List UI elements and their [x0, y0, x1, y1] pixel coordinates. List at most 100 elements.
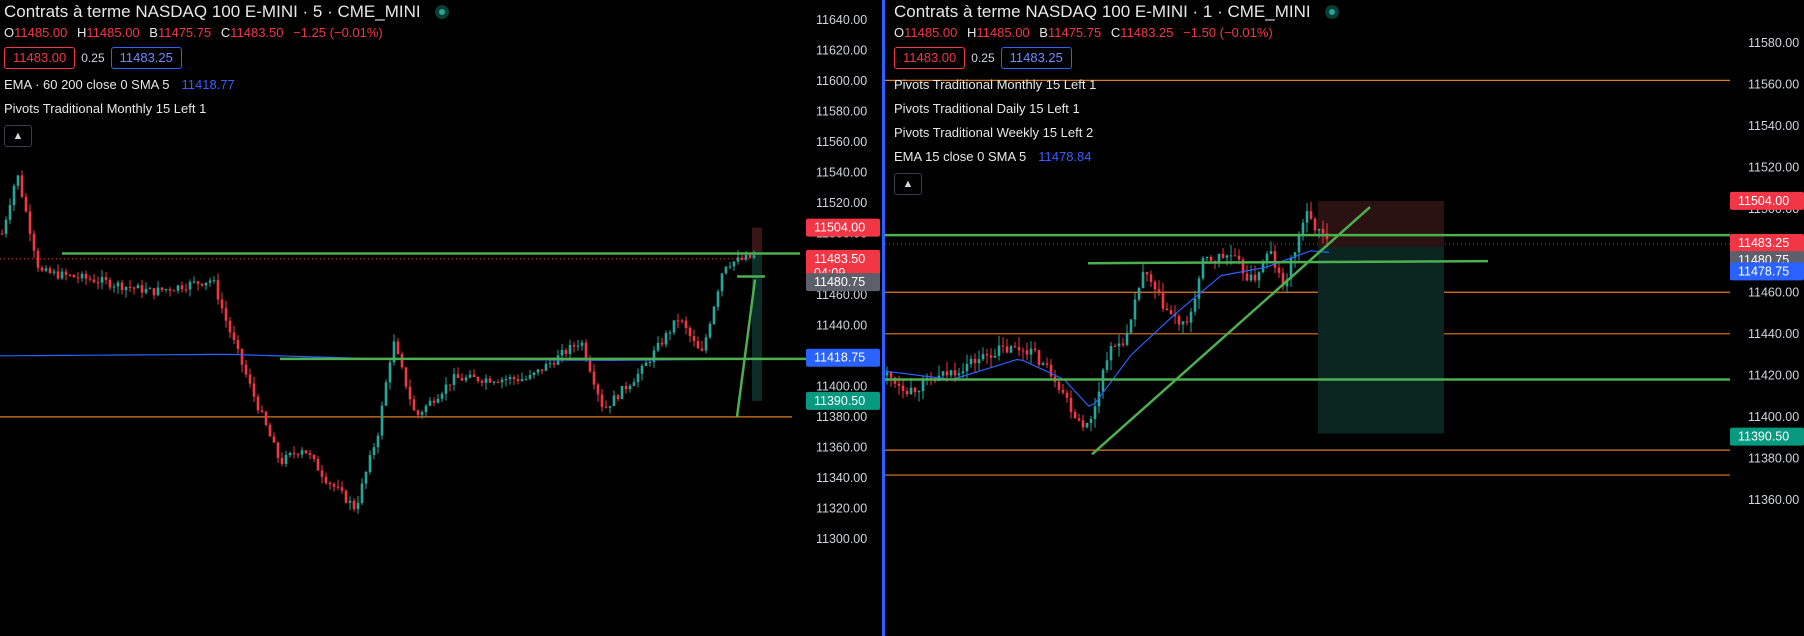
- candle-candle: [1181, 321, 1185, 325]
- stop-zone: [752, 227, 762, 253]
- price-axis-label: 11380.00: [816, 410, 867, 424]
- candle-candle: [220, 299, 224, 309]
- candle-candle: [204, 282, 208, 286]
- candle-candle: [1273, 251, 1277, 268]
- candle-candle: [1081, 420, 1085, 428]
- candle-candle: [56, 271, 60, 279]
- indicator-ema[interactable]: EMA · 60 200 close 0 SMA 5 11418.77: [4, 77, 449, 93]
- candle-candle: [1065, 392, 1069, 398]
- candle-candle: [256, 396, 260, 411]
- candle-candle: [1177, 316, 1181, 325]
- candle-candle: [124, 286, 128, 291]
- candle-candle: [216, 280, 220, 300]
- candle-candle: [52, 271, 56, 273]
- candle-candle: [1189, 311, 1193, 323]
- candle-candle: [236, 339, 240, 349]
- candle-candle: [12, 185, 16, 206]
- candle-candle: [704, 337, 708, 351]
- indicator-pivots-daily[interactable]: Pivots Traditional Daily 15 Left 1: [894, 101, 1339, 117]
- symbol-title-text: Contrats à terme NASDAQ 100 E-MINI · 5 ·…: [4, 2, 421, 21]
- indicator-value: 11478.84: [1038, 149, 1092, 164]
- candle-candle: [352, 500, 356, 510]
- symbol-title[interactable]: Contrats à terme NASDAQ 100 E-MINI · 1 ·…: [894, 2, 1339, 21]
- price-axis-label: 11560.00: [816, 135, 867, 149]
- indicator-pivots-monthly[interactable]: Pivots Traditional Monthly 15 Left 1: [4, 101, 449, 117]
- price-axis-label: 11360.00: [816, 440, 867, 454]
- candle-candle: [1093, 406, 1097, 419]
- candle-candle: [688, 327, 692, 337]
- buy-button[interactable]: 11483.25: [1000, 47, 1072, 69]
- indicator-ema[interactable]: EMA 15 close 0 SMA 5 11478.84: [894, 149, 1339, 165]
- candle-candle: [640, 365, 644, 374]
- candle-candle: [1257, 272, 1261, 281]
- sell-button[interactable]: 11483.00: [894, 47, 966, 69]
- symbol-title[interactable]: Contrats à terme NASDAQ 100 E-MINI · 5 ·…: [4, 2, 449, 21]
- price-axis-label: 11340.00: [816, 471, 867, 485]
- candle-candle: [340, 487, 344, 491]
- candle-candle: [112, 286, 116, 288]
- market-open-icon: [434, 5, 449, 19]
- candle-candle: [660, 342, 664, 345]
- candle-candle: [276, 442, 280, 459]
- candle-candle: [80, 273, 84, 279]
- candle-candle: [296, 454, 300, 456]
- chevron-up-icon: ▲: [12, 130, 24, 142]
- price-tag-high: 11504.00: [814, 221, 865, 235]
- candle-candle: [1197, 278, 1201, 299]
- candle-candle: [632, 382, 636, 386]
- candle-candle: [488, 378, 492, 383]
- indicator-label: EMA · 60 200 close 0 SMA 5: [4, 77, 170, 92]
- candle-candle: [312, 454, 316, 459]
- indicator-pivots-monthly[interactable]: Pivots Traditional Monthly 15 Left 1: [894, 77, 1339, 93]
- candle-candle: [92, 279, 96, 283]
- candle-candle: [949, 370, 953, 376]
- high-value: 11485.00: [976, 25, 1030, 40]
- symbol-title-text: Contrats à terme NASDAQ 100 E-MINI · 1 ·…: [894, 2, 1311, 21]
- indicator-label: Pivots Traditional Weekly 15 Left 2: [894, 125, 1094, 140]
- candle-candle: [412, 399, 416, 411]
- candle-candle: [304, 450, 308, 454]
- candle-candle: [985, 354, 989, 356]
- candle-candle: [416, 410, 420, 415]
- chart-legend-5min: Contrats à terme NASDAQ 100 E-MINI · 5 ·…: [4, 2, 449, 147]
- candle-candle: [981, 354, 985, 360]
- candle-candle: [496, 381, 500, 383]
- price-axis-label: 11540.00: [1748, 119, 1799, 133]
- candle-candle: [897, 383, 901, 386]
- candle-candle: [648, 361, 652, 363]
- indicator-pivots-weekly[interactable]: Pivots Traditional Weekly 15 Left 2: [894, 125, 1339, 141]
- collapse-legend-button[interactable]: ▲: [894, 173, 922, 195]
- chart-pane-1min[interactable]: 11580.0011560.0011540.0011520.0011500.00…: [885, 0, 1804, 636]
- candle-candle: [1121, 343, 1125, 345]
- chart-pane-5min[interactable]: 11640.00 11620.00 11600.00 11580.00 11560.00…: [0, 0, 882, 636]
- price-tag-bid: 11480.75: [814, 275, 865, 289]
- candle-candle: [96, 282, 100, 284]
- open-value: 11485.00: [904, 25, 958, 40]
- candle-candle: [208, 280, 212, 283]
- low-value: 11475.75: [1047, 25, 1102, 40]
- candle-candle: [280, 458, 284, 464]
- candle-candle: [24, 196, 28, 212]
- sell-button[interactable]: 11483.00: [4, 47, 76, 69]
- candle-candle: [1233, 255, 1237, 257]
- candle-candle: [604, 406, 608, 408]
- candle-candle: [592, 371, 596, 385]
- price-axis-label: 11540.00: [816, 166, 867, 180]
- candle-candle: [624, 386, 628, 390]
- candle-candle: [272, 436, 276, 443]
- candle-candle: [1089, 418, 1093, 423]
- candle-candle: [1041, 363, 1045, 365]
- candle-candle: [1141, 272, 1145, 288]
- candle-candle: [4, 219, 8, 234]
- candle-candle: [752, 255, 756, 258]
- collapse-legend-button[interactable]: ▲: [4, 125, 32, 147]
- buy-button[interactable]: 11483.25: [110, 47, 182, 69]
- candle-candle: [1013, 346, 1017, 348]
- candle-candle: [568, 344, 572, 354]
- candle-candle: [544, 363, 548, 371]
- candle-candle: [716, 291, 720, 307]
- candle-candle: [148, 288, 152, 290]
- candle-candle: [300, 450, 304, 455]
- candle-candle: [428, 400, 432, 406]
- candle-candle: [680, 320, 684, 322]
